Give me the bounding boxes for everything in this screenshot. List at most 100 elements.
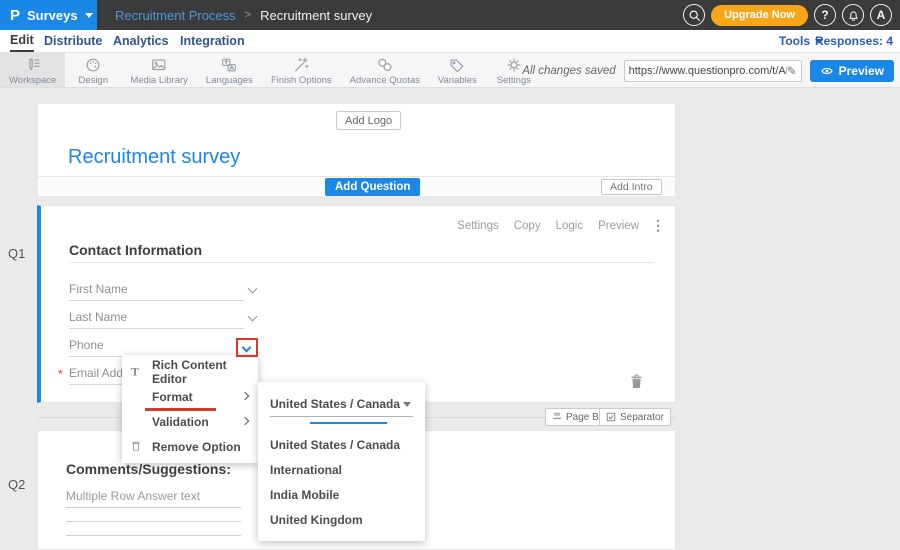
question-preview-button[interactable]: Preview: [598, 220, 639, 232]
upgrade-now-button[interactable]: Upgrade Now: [711, 5, 808, 26]
notifications-button[interactable]: [842, 4, 864, 26]
annotation-red-box: [236, 338, 258, 357]
avatar[interactable]: A: [870, 4, 892, 26]
workspace-icon: [24, 56, 42, 74]
question-settings-button[interactable]: Settings: [457, 220, 499, 232]
toolbar-languages[interactable]: Languages: [197, 53, 262, 87]
question-title[interactable]: Contact Information: [69, 242, 202, 258]
magic-wand-icon: [292, 56, 310, 74]
menu-item-rich-content-editor[interactable]: T Rich Content Editor: [122, 359, 258, 384]
question-logic-button[interactable]: Logic: [556, 220, 584, 232]
menu-item-validation[interactable]: Validation: [122, 409, 258, 434]
chevron-down-icon[interactable]: [248, 284, 258, 294]
toolbar-finish-options[interactable]: Finish Options: [262, 53, 341, 87]
menu-item-label: Validation: [152, 415, 209, 429]
format-select[interactable]: United States / Canada: [270, 392, 413, 417]
editor-toolbar: Workspace Design Media Library Languages…: [0, 53, 900, 88]
bell-icon: [847, 9, 860, 22]
tab-integration[interactable]: Integration: [180, 30, 245, 52]
trash-icon: [131, 439, 141, 454]
question-title[interactable]: Comments/Suggestions:: [66, 461, 231, 477]
chevron-right-icon: [241, 392, 249, 400]
survey-url-box: ✎: [624, 60, 802, 82]
add-question-button[interactable]: Add Question: [325, 178, 420, 196]
menu-item-remove-option[interactable]: Remove Option: [122, 434, 258, 459]
survey-url-input[interactable]: [629, 65, 787, 77]
chevron-down-icon: [85, 13, 93, 18]
responses-link[interactable]: Responses: 4: [815, 30, 893, 52]
menu-item-label: Rich Content Editor: [152, 358, 258, 386]
required-marker: *: [58, 367, 63, 381]
accent-underline: [310, 422, 387, 424]
separator-label: Separator: [620, 412, 664, 423]
format-option-international[interactable]: International: [270, 463, 342, 477]
add-intro-button[interactable]: Add Intro: [601, 179, 662, 195]
field-label[interactable]: First Name: [69, 282, 128, 296]
separator-icon: [606, 412, 616, 422]
format-submenu: United States / Canada United States / C…: [258, 382, 425, 541]
format-option-united-kingdom[interactable]: United Kingdom: [270, 513, 363, 527]
tab-edit[interactable]: Edit: [10, 30, 34, 52]
toolbar-label: Workspace: [9, 75, 56, 86]
toolbar-label: Finish Options: [271, 75, 332, 86]
chevron-down-icon[interactable]: [242, 343, 252, 353]
delete-question-button[interactable]: [630, 374, 643, 394]
format-option-india-mobile[interactable]: India Mobile: [270, 488, 339, 502]
surveys-menu[interactable]: P Surveys: [0, 0, 97, 30]
toolbar-design[interactable]: Design: [65, 53, 121, 87]
question-more-menu[interactable]: ⋮: [651, 218, 665, 232]
surveys-menu-label: Surveys: [27, 8, 78, 23]
answer-line: [66, 521, 241, 522]
questionpro-survey-editor: P Surveys Recruitment Process > Recruitm…: [0, 0, 900, 550]
breadcrumb-parent[interactable]: Recruitment Process: [115, 8, 236, 23]
row-options-menu: T Rich Content Editor Format Validation …: [122, 355, 258, 463]
tag-icon: [448, 56, 466, 74]
answer-placeholder[interactable]: Multiple Row Answer text: [66, 489, 200, 503]
add-logo-button[interactable]: Add Logo: [336, 111, 401, 130]
toolbar-media-library[interactable]: Media Library: [121, 53, 197, 87]
question-number-q2: Q2: [8, 477, 25, 492]
divider: [69, 262, 654, 263]
toolbar-variables[interactable]: Variables: [429, 53, 486, 87]
palette-icon: [84, 56, 102, 74]
survey-canvas: Add Logo Recruitment survey Add Question…: [0, 88, 900, 550]
answer-line: [69, 300, 244, 301]
answer-line: [66, 535, 241, 536]
save-status: All changes saved: [522, 65, 615, 77]
toolbar-label: Media Library: [130, 75, 188, 86]
survey-title[interactable]: Recruitment survey: [68, 146, 240, 169]
help-button[interactable]: ?: [814, 4, 836, 26]
toolbar-right: All changes saved ✎ Preview: [522, 53, 894, 88]
top-bar-actions: Upgrade Now ? A: [683, 0, 892, 30]
field-row-first-name: First Name: [69, 282, 299, 308]
preview-label: Preview: [839, 64, 884, 78]
question-copy-button[interactable]: Copy: [514, 220, 541, 232]
answer-line: [69, 328, 244, 329]
toolbar-workspace[interactable]: Workspace: [0, 53, 65, 87]
field-label[interactable]: Last Name: [69, 310, 127, 324]
image-icon: [150, 56, 168, 74]
breadcrumb-separator: >: [245, 9, 251, 21]
tab-distribute[interactable]: Distribute: [44, 30, 102, 52]
toolbar-label: Languages: [206, 75, 253, 86]
trash-icon: [630, 374, 643, 389]
menu-item-format[interactable]: Format: [122, 384, 258, 409]
search-icon: [688, 9, 701, 22]
chevron-right-icon: [241, 417, 249, 425]
toolbar-advance-quotas[interactable]: Advance Quotas: [341, 53, 429, 87]
tab-analytics[interactable]: Analytics: [113, 30, 169, 52]
menu-item-label: Format: [152, 390, 193, 404]
edit-url-icon[interactable]: ✎: [787, 64, 797, 78]
field-label[interactable]: Phone: [69, 338, 104, 352]
separator-button[interactable]: Separator: [599, 408, 671, 426]
question-actions: Settings Copy Logic Preview: [457, 220, 639, 232]
answer-line: [66, 507, 241, 508]
preview-button[interactable]: Preview: [810, 60, 894, 82]
links-icon: [376, 56, 394, 74]
format-option-us-canada[interactable]: United States / Canada: [270, 438, 400, 452]
search-button[interactable]: [683, 4, 705, 26]
top-bar: P Surveys Recruitment Process > Recruitm…: [0, 0, 900, 30]
field-row-last-name: Last Name: [69, 310, 299, 336]
annotation-red-underline: [145, 408, 216, 411]
chevron-down-icon[interactable]: [248, 312, 258, 322]
